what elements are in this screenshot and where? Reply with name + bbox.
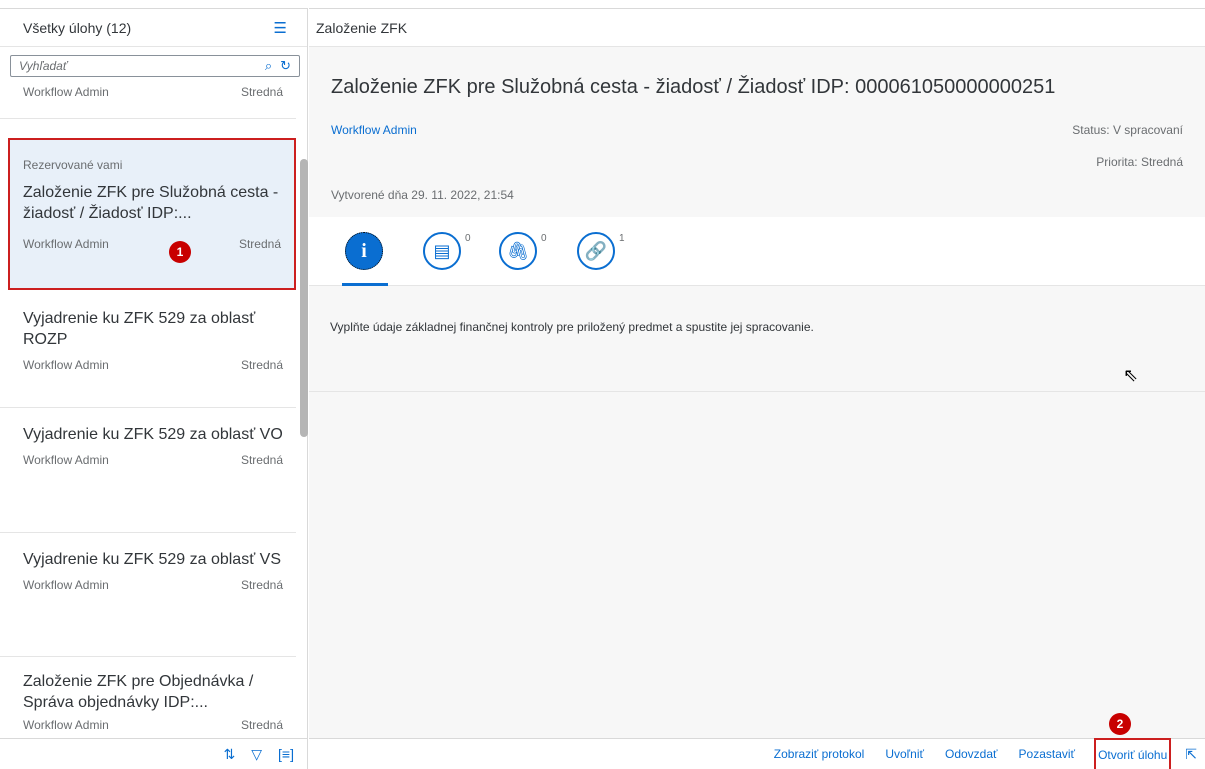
search-field[interactable]: ⌕ ↻ — [10, 55, 300, 77]
open-task-button[interactable]: Otvoriť úlohu — [1094, 737, 1172, 769]
list-item-title: Vyjadrenie ku ZFK 529 za oblasť VS — [23, 551, 281, 568]
list-item-title: Vyjadrenie ku ZFK 529 za oblasť VO — [23, 426, 283, 443]
task-list-header: Všetky úlohy (12) ☰ — [0, 9, 307, 47]
task-title: Založenie ZFK pre Služobná cesta - žiado… — [331, 76, 1056, 98]
list-item-meta: Workflow Admin Stredná — [23, 85, 283, 99]
app-root: Všetky úlohy (12) ☰ ⌕ ↻ Workflow Admin S… — [0, 0, 1205, 769]
list-item[interactable]: Vyjadrenie ku ZFK 529 za oblasť VO Workf… — [0, 408, 296, 533]
suspend-button[interactable]: Pozastaviť — [1019, 747, 1076, 761]
info-icon: i — [361, 239, 367, 262]
task-list: Workflow Admin Stredná Rezervované vami … — [0, 81, 308, 738]
notes-icon: ▤ — [433, 240, 451, 261]
detail-tab-bar: i ▤ 0 🖇 0 🔗 1 — [309, 217, 1205, 286]
step-badge-2: 2 — [1109, 713, 1131, 735]
list-scrollbar[interactable] — [300, 159, 308, 437]
status-text: Status: V spracovaní — [1072, 123, 1183, 137]
list-item[interactable]: Vyjadrenie ku ZFK 529 za oblasť ROZP Wor… — [0, 292, 296, 408]
attachments-count: 0 — [541, 233, 547, 244]
detail-topbar-title: Založenie ZFK — [316, 19, 408, 36]
detail-header: Založenie ZFK pre Služobná cesta - žiado… — [309, 47, 1205, 217]
task-list-panel: Všetky úlohy (12) ☰ ⌕ ↻ Workflow Admin S… — [0, 8, 308, 769]
list-item-creator: Workflow Admin — [23, 237, 109, 251]
list-settings-icon[interactable]: ☰ — [274, 19, 287, 37]
paperclip-icon: 🖇 — [506, 240, 530, 261]
list-item-title: Vyjadrenie ku ZFK 529 za oblasť ROZP — [23, 310, 256, 348]
description-panel: Vyplňte údaje základnej finančnej kontro… — [309, 287, 1205, 392]
share-icon[interactable]: ⇱ — [1185, 746, 1197, 763]
task-description: Vyplňte údaje základnej finančnej kontro… — [330, 320, 814, 334]
tab-info[interactable]: i — [345, 232, 383, 270]
link-icon: 🔗 — [584, 240, 608, 261]
notes-count: 0 — [465, 233, 471, 244]
list-item-creator: Workflow Admin — [23, 358, 109, 372]
created-by-link[interactable]: Workflow Admin — [331, 123, 417, 137]
priority-text: Priorita: Stredná — [1096, 155, 1183, 169]
links-count: 1 — [619, 233, 625, 244]
list-item-reserved: Rezervované vami — [23, 158, 123, 172]
step-badge-1: 1 — [169, 241, 191, 263]
list-item-priority: Stredná — [240, 85, 283, 99]
list-item-creator: Workflow Admin — [23, 453, 109, 467]
sort-icon[interactable]: ⇅ — [224, 746, 236, 763]
task-list-title: Všetky úlohy (12) — [23, 19, 132, 36]
show-log-button[interactable]: Zobraziť protokol — [774, 747, 865, 761]
list-item[interactable]: Workflow Admin Stredná — [0, 81, 296, 119]
task-detail-panel: Založenie ZFK Založenie ZFK pre Služobná… — [309, 8, 1205, 769]
tab-attachments[interactable]: 🖇 — [499, 232, 537, 270]
list-item-creator: Workflow Admin — [23, 718, 109, 732]
filter-icon[interactable]: ▽ — [251, 746, 262, 763]
task-list-footer: ⇅ ▽ [≡] — [0, 738, 308, 769]
list-item-meta: Workflow Admin Stredná — [23, 578, 283, 592]
mouse-cursor-icon: ⇖ — [1123, 365, 1139, 385]
list-item-priority: Stredná — [240, 718, 283, 732]
list-item-selected[interactable]: Rezervované vami Založenie ZFK pre Služo… — [8, 138, 296, 290]
list-item-priority: Stredná — [240, 453, 283, 467]
list-item-meta: Workflow Admin Stredná — [23, 453, 283, 467]
list-item-priority: Stredná — [240, 578, 283, 592]
group-icon[interactable]: [≡] — [278, 746, 294, 762]
list-item-meta: Workflow Admin Stredná — [23, 358, 283, 372]
search-icon[interactable]: ⌕ — [265, 58, 272, 74]
refresh-icon[interactable]: ↻ — [280, 58, 291, 74]
list-item-title: Založenie ZFK pre Služobná cesta - žiado… — [23, 184, 279, 222]
search-input[interactable] — [19, 59, 257, 73]
forward-button[interactable]: Odovzdať — [945, 747, 998, 761]
list-item-meta: Workflow Admin Stredná — [23, 718, 283, 732]
list-item[interactable]: Vyjadrenie ku ZFK 529 za oblasť VS Workf… — [0, 533, 296, 657]
tab-notes[interactable]: ▤ — [423, 232, 461, 270]
list-item-priority: Stredná — [238, 237, 281, 251]
tab-active-indicator — [342, 283, 388, 286]
release-button[interactable]: Uvoľniť — [885, 747, 924, 761]
created-on-text: Vytvorené dňa 29. 11. 2022, 21:54 — [331, 188, 514, 202]
list-item-title: Založenie ZFK pre Objednávka / Správa ob… — [23, 673, 254, 711]
tab-links[interactable]: 🔗 — [577, 232, 615, 270]
list-item[interactable]: Založenie ZFK pre Objednávka / Správa ob… — [0, 657, 296, 738]
list-item-creator: Workflow Admin — [23, 85, 109, 99]
detail-footer-toolbar: Zobraziť protokol Uvoľniť Odovzdať Pozas… — [309, 737, 1205, 769]
list-item-meta: Workflow Admin Stredná — [23, 237, 281, 251]
detail-topbar: Založenie ZFK — [309, 9, 1205, 47]
list-item-creator: Workflow Admin — [23, 578, 109, 592]
list-item-priority: Stredná — [240, 358, 283, 372]
